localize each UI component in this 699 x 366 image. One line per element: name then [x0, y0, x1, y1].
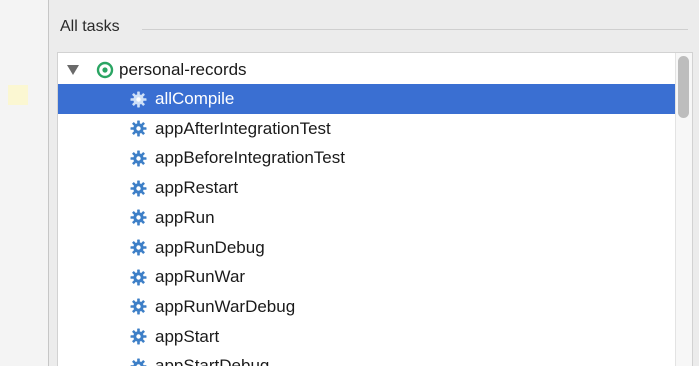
panel-title: All tasks — [60, 18, 120, 35]
task-row[interactable]: appStartDebug — [58, 351, 675, 366]
editor-gutter — [0, 0, 48, 366]
task-label: appRestart — [155, 178, 239, 198]
gear-icon — [130, 328, 147, 345]
task-label: appRunDebug — [155, 237, 265, 257]
task-tree[interactable]: personal-records allCompile appAfterInteg… — [57, 52, 693, 366]
task-row[interactable]: appRestart — [58, 173, 675, 203]
task-row[interactable]: appAfterIntegrationTest — [58, 114, 675, 144]
title-separator — [142, 29, 688, 30]
scrollbar-thumb[interactable] — [678, 56, 689, 118]
gear-icon — [130, 209, 147, 226]
tree-root-personal-records[interactable]: personal-records — [58, 55, 675, 85]
task-label: appRunWarDebug — [155, 296, 296, 316]
task-label: appStart — [155, 326, 220, 346]
task-row[interactable]: appRun — [58, 203, 675, 233]
task-label: allCompile — [155, 89, 235, 108]
gear-icon — [130, 269, 147, 286]
task-row[interactable]: allCompile — [58, 84, 675, 114]
vertical-scrollbar[interactable] — [675, 53, 692, 366]
task-row[interactable]: appBeforeIntegrationTest — [58, 143, 675, 173]
expand-triangle-icon[interactable] — [67, 65, 79, 75]
gear-icon — [130, 358, 147, 366]
panel-divider[interactable] — [48, 0, 49, 366]
gear-icon — [130, 239, 147, 256]
gear-icon — [130, 150, 147, 167]
gradle-project-icon — [96, 61, 114, 79]
gear-icon — [130, 180, 147, 197]
task-row[interactable]: appRunWarDebug — [58, 292, 675, 322]
gear-icon — [130, 91, 147, 108]
gradle-tasks-window: All tasks personal-records allCompile app… — [0, 0, 699, 366]
gutter-marker — [8, 85, 28, 105]
task-label: appRunWar — [155, 267, 246, 287]
task-row[interactable]: appRunWar — [58, 262, 675, 292]
task-label: appRun — [155, 207, 215, 227]
task-row[interactable]: appRunDebug — [58, 233, 675, 263]
tree-root-label: personal-records — [119, 60, 247, 79]
task-label: appAfterIntegrationTest — [155, 118, 331, 138]
gear-icon — [130, 120, 147, 137]
task-label: appBeforeIntegrationTest — [155, 148, 345, 168]
task-label: appStartDebug — [155, 356, 270, 366]
task-row[interactable]: appStart — [58, 322, 675, 352]
gear-icon — [130, 298, 147, 315]
